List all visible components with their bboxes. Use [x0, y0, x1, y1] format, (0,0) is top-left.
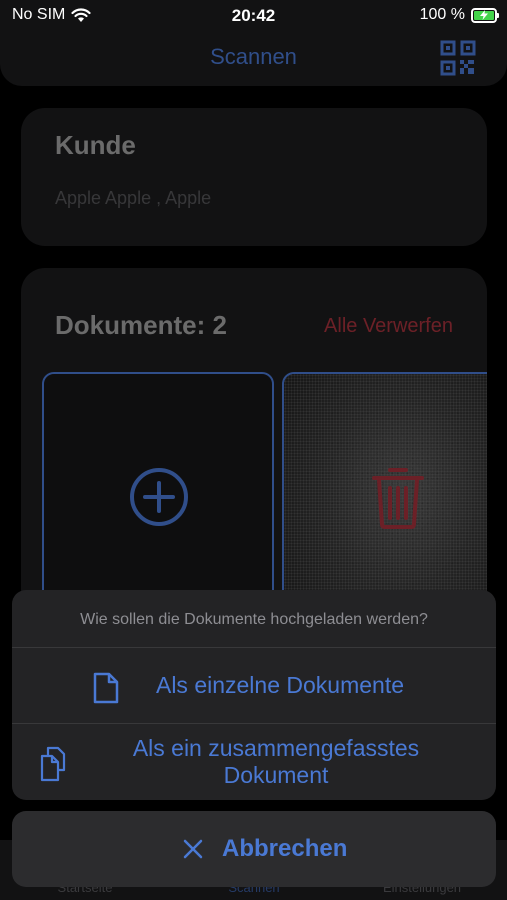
status-right: 100 % — [419, 6, 499, 24]
upload-action-sheet: Wie sollen die Dokumente hochgeladen wer… — [12, 590, 496, 800]
cancel-button[interactable]: Abbrechen — [12, 811, 496, 887]
documents-stack-icon — [40, 746, 66, 782]
upload-merged-document-button[interactable]: Als ein zusammengefasstes Dokument — [12, 724, 496, 800]
close-icon — [183, 839, 203, 859]
charging-bolt-icon — [480, 10, 488, 20]
status-bar: No SIM 20:42 100 % — [0, 0, 507, 30]
action-sheet-message: Wie sollen die Dokumente hochgeladen wer… — [12, 590, 496, 648]
battery-percent: 100 % — [419, 6, 465, 23]
upload-single-label: Als einzelne Dokumente — [155, 672, 405, 698]
cancel-label: Abbrechen — [222, 835, 348, 862]
upload-merged-label: Als ein zusammengefasstes Dokument — [132, 735, 420, 788]
upload-single-documents-button[interactable]: Als einzelne Dokumente — [12, 648, 496, 724]
battery-icon — [471, 7, 499, 23]
document-icon — [93, 672, 119, 704]
